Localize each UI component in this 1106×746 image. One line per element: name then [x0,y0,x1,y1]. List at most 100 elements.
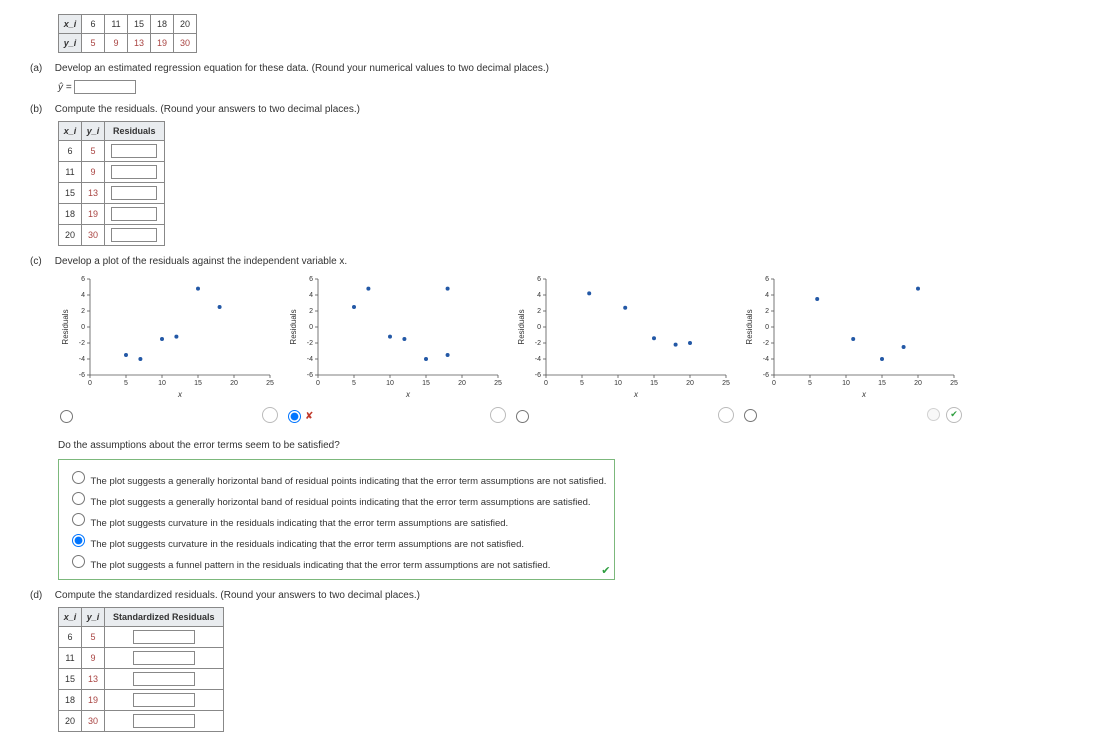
choice-radio-4[interactable] [72,555,85,568]
residual-input[interactable] [111,165,157,179]
svg-text:25: 25 [494,380,502,387]
choice-2[interactable]: The plot suggests curvature in the resid… [67,510,606,529]
svg-text:x: x [177,390,183,399]
wrong-icon: ✘ [305,411,313,422]
part-a-text: Develop an estimated regression equation… [55,63,549,74]
table-row: 1513 [59,669,224,690]
svg-text:6: 6 [81,276,85,283]
given-data-table: x_i 6 11 15 18 20 y_i 5 9 13 19 30 [58,14,197,53]
header-yi: y_i [59,34,82,53]
assumptions-choices: The plot suggests a generally horizontal… [58,459,615,580]
table-row: 1819 [59,204,165,225]
residuals-table: x_i y_i Residuals 65 119 1513 1819 2030 [58,121,165,246]
svg-text:0: 0 [316,380,320,387]
svg-text:5: 5 [124,380,128,387]
plot-radio-2[interactable] [516,410,529,423]
svg-text:Residuals: Residuals [745,309,754,344]
svg-text:15: 15 [878,380,886,387]
svg-text:0: 0 [88,380,92,387]
svg-text:-6: -6 [763,372,769,379]
std-residual-input[interactable] [133,651,195,665]
choice-3[interactable]: The plot suggests curvature in the resid… [67,531,606,550]
std-residual-input[interactable] [133,672,195,686]
svg-text:20: 20 [458,380,466,387]
svg-text:6: 6 [537,276,541,283]
plot-radio-1[interactable] [288,410,301,423]
svg-text:2: 2 [537,308,541,315]
choice-0[interactable]: The plot suggests a generally horizontal… [67,468,606,487]
choice-1[interactable]: The plot suggests a generally horizontal… [67,489,606,508]
col-yi: y_i [82,122,105,141]
svg-text:-6: -6 [79,372,85,379]
cell: 11 [105,15,128,34]
std-residual-input[interactable] [133,693,195,707]
assumptions-question: Do the assumptions about the error terms… [58,440,1076,451]
choice-4[interactable]: The plot suggests a funnel pattern in th… [67,552,606,571]
table-row: 65 [59,141,165,162]
svg-text:x: x [861,390,867,399]
part-c-text: Develop a plot of the residuals against … [55,256,347,267]
cell: 5 [82,34,105,53]
yhat-label: ŷ = [58,82,72,93]
svg-text:-4: -4 [535,356,541,363]
svg-text:-6: -6 [307,372,313,379]
svg-text:x: x [405,390,411,399]
residual-input[interactable] [111,228,157,242]
svg-text:25: 25 [950,380,958,387]
svg-text:-2: -2 [307,340,313,347]
regression-equation-input[interactable] [74,80,136,94]
svg-text:4: 4 [537,292,541,299]
svg-text:20: 20 [914,380,922,387]
choice-radio-2[interactable] [72,513,85,526]
svg-text:0: 0 [765,324,769,331]
svg-text:4: 4 [309,292,313,299]
svg-text:2: 2 [81,308,85,315]
std-residual-input[interactable] [133,630,195,644]
svg-text:25: 25 [722,380,730,387]
svg-text:x: x [633,390,639,399]
svg-text:-6: -6 [535,372,541,379]
table-row: 2030 [59,225,165,246]
col-residuals: Residuals [105,122,165,141]
check-icon: ✔ [601,564,610,577]
svg-text:4: 4 [765,292,769,299]
choice-radio-0[interactable] [72,471,85,484]
svg-text:Residuals: Residuals [517,309,526,344]
choice-radio-1[interactable] [72,492,85,505]
part-b-label: (b) [30,104,52,115]
cell: 6 [82,15,105,34]
col-xi: x_i [59,608,82,627]
table-row: 65 [59,627,224,648]
scatter-plot-3: 0510152025-6-4-20246xResiduals✔ [742,273,962,426]
part-c-label: (c) [30,256,52,267]
residual-input[interactable] [111,186,157,200]
residual-input[interactable] [111,144,157,158]
svg-text:4: 4 [81,292,85,299]
part-a-label: (a) [30,63,52,74]
svg-text:25: 25 [266,380,274,387]
cell: 9 [105,34,128,53]
svg-text:5: 5 [580,380,584,387]
svg-text:0: 0 [537,324,541,331]
choice-radio-3[interactable] [72,534,85,547]
table-row: 2030 [59,711,224,732]
cell: 30 [174,34,197,53]
plot-radio-3[interactable] [744,409,757,422]
col-yi: y_i [82,608,105,627]
part-d-text: Compute the standardized residuals. (Rou… [55,590,420,601]
svg-text:Residuals: Residuals [289,309,298,344]
svg-text:2: 2 [309,308,313,315]
std-residuals-table: x_i y_i Standardized Residuals 65 119 15… [58,607,224,732]
svg-text:-2: -2 [535,340,541,347]
svg-text:5: 5 [352,380,356,387]
svg-text:-4: -4 [307,356,313,363]
std-residual-input[interactable] [133,714,195,728]
svg-text:15: 15 [422,380,430,387]
residual-input[interactable] [111,207,157,221]
status-icon [490,407,506,423]
svg-text:5: 5 [808,380,812,387]
table-row: 1513 [59,183,165,204]
part-d-label: (d) [30,590,52,601]
plot-radio-0[interactable] [60,410,73,423]
plot-radio-correct-3 [927,408,940,421]
